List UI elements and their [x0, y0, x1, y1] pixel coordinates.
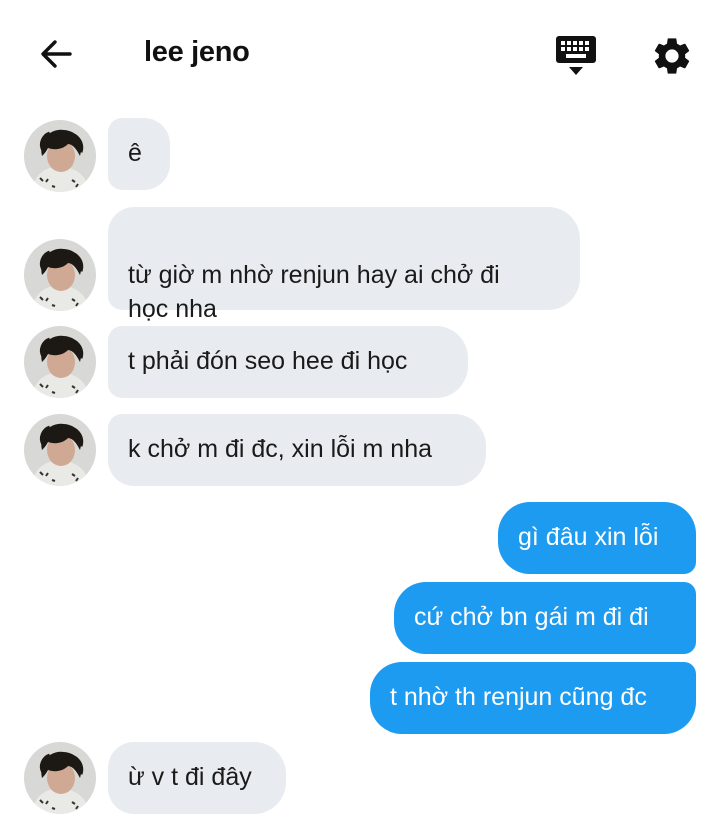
- avatar-image: [24, 239, 96, 311]
- message-text: cứ chở bn gái m đi đi: [414, 603, 649, 631]
- message-text: gì đâu xin lỗi: [518, 523, 659, 551]
- avatar[interactable]: [24, 414, 96, 486]
- avatar-image: [24, 742, 96, 814]
- message-text: t nhờ th renjun cũng đc: [390, 683, 647, 711]
- message-bubble-outgoing[interactable]: cứ chở bn gái m đi đi: [394, 582, 696, 654]
- avatar[interactable]: [24, 239, 96, 311]
- message-text: ừ v t đi đây: [128, 763, 252, 791]
- back-button[interactable]: [36, 34, 76, 74]
- gear-icon: [654, 38, 690, 74]
- chat-header: lee jeno: [0, 0, 720, 110]
- avatar[interactable]: [24, 326, 96, 398]
- arrow-left-icon: [41, 40, 72, 68]
- message-bubble-incoming[interactable]: ê: [108, 118, 170, 190]
- avatar-image: [24, 414, 96, 486]
- settings-button[interactable]: [650, 34, 694, 78]
- avatar-image: [24, 326, 96, 398]
- message-text: từ giờ m nhờ renjun hay ai chở đi học nh…: [128, 261, 500, 323]
- message-bubble-incoming[interactable]: k chở m đi đc, xin lỗi m nha: [108, 414, 486, 486]
- message-text: k chở m đi đc, xin lỗi m nha: [128, 435, 433, 463]
- message-text: ê: [128, 139, 142, 167]
- message-bubble-outgoing[interactable]: t nhờ th renjun cũng đc: [370, 662, 696, 734]
- message-bubble-outgoing[interactable]: gì đâu xin lỗi: [498, 502, 696, 574]
- keyboard-button[interactable]: [552, 34, 600, 78]
- keyboard-icon: [556, 36, 596, 75]
- avatar[interactable]: [24, 120, 96, 192]
- message-bubble-incoming[interactable]: từ giờ m nhờ renjun hay ai chở đi học nh…: [108, 207, 580, 323]
- avatar-image: [24, 120, 96, 192]
- message-bubble-incoming[interactable]: t phải đón seo hee đi học: [108, 326, 468, 398]
- conversation-title: lee jeno: [144, 36, 250, 68]
- message-text: t phải đón seo hee đi học: [128, 347, 408, 375]
- avatar[interactable]: [24, 742, 96, 814]
- message-bubble-incoming[interactable]: ừ v t đi đây: [108, 742, 286, 814]
